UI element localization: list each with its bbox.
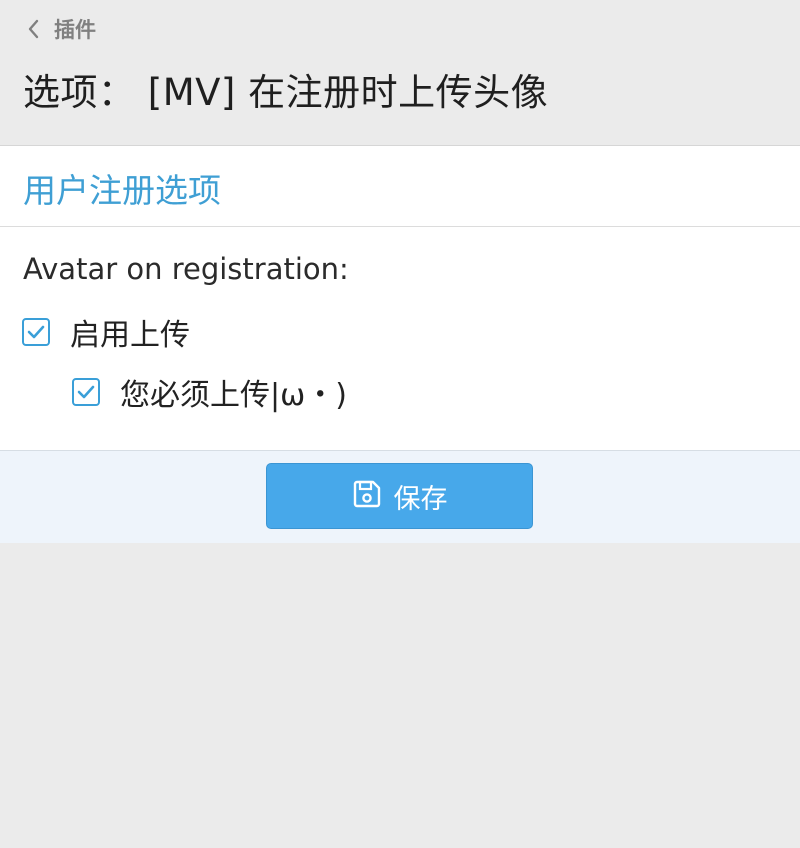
save-button-label: 保存	[393, 483, 448, 515]
save-bar: 保存	[0, 450, 800, 543]
save-icon	[352, 479, 382, 513]
section-title: 用户注册选项	[23, 171, 221, 210]
header: 插件 选项： [MV] 在注册时上传头像	[0, 0, 800, 145]
page-title: 选项： [MV] 在注册时上传头像	[23, 71, 549, 114]
enable-upload-option[interactable]: 启用上传	[22, 312, 190, 353]
checkmark-icon	[77, 385, 95, 399]
section-heading: 用户注册选项	[0, 146, 800, 227]
enable-upload-checkbox[interactable]	[22, 318, 50, 346]
chevron-left-icon	[26, 18, 40, 40]
enable-upload-label: 启用上传	[70, 318, 190, 353]
require-upload-option[interactable]: 您必须上传|ω・)	[72, 372, 347, 413]
require-upload-checkbox[interactable]	[72, 378, 100, 406]
require-upload-label: 您必须上传|ω・)	[120, 378, 347, 413]
options-panel: 用户注册选项 Avatar on registration: 启用上传 您必须上…	[0, 145, 800, 543]
back-link-label: 插件	[54, 18, 96, 42]
checkmark-icon	[27, 325, 45, 339]
back-link[interactable]: 插件	[26, 14, 96, 44]
avatar-field-label: Avatar on registration:	[23, 252, 349, 286]
save-button[interactable]: 保存	[266, 463, 533, 529]
page: 插件 选项： [MV] 在注册时上传头像 用户注册选项 Avatar on re…	[0, 0, 800, 848]
